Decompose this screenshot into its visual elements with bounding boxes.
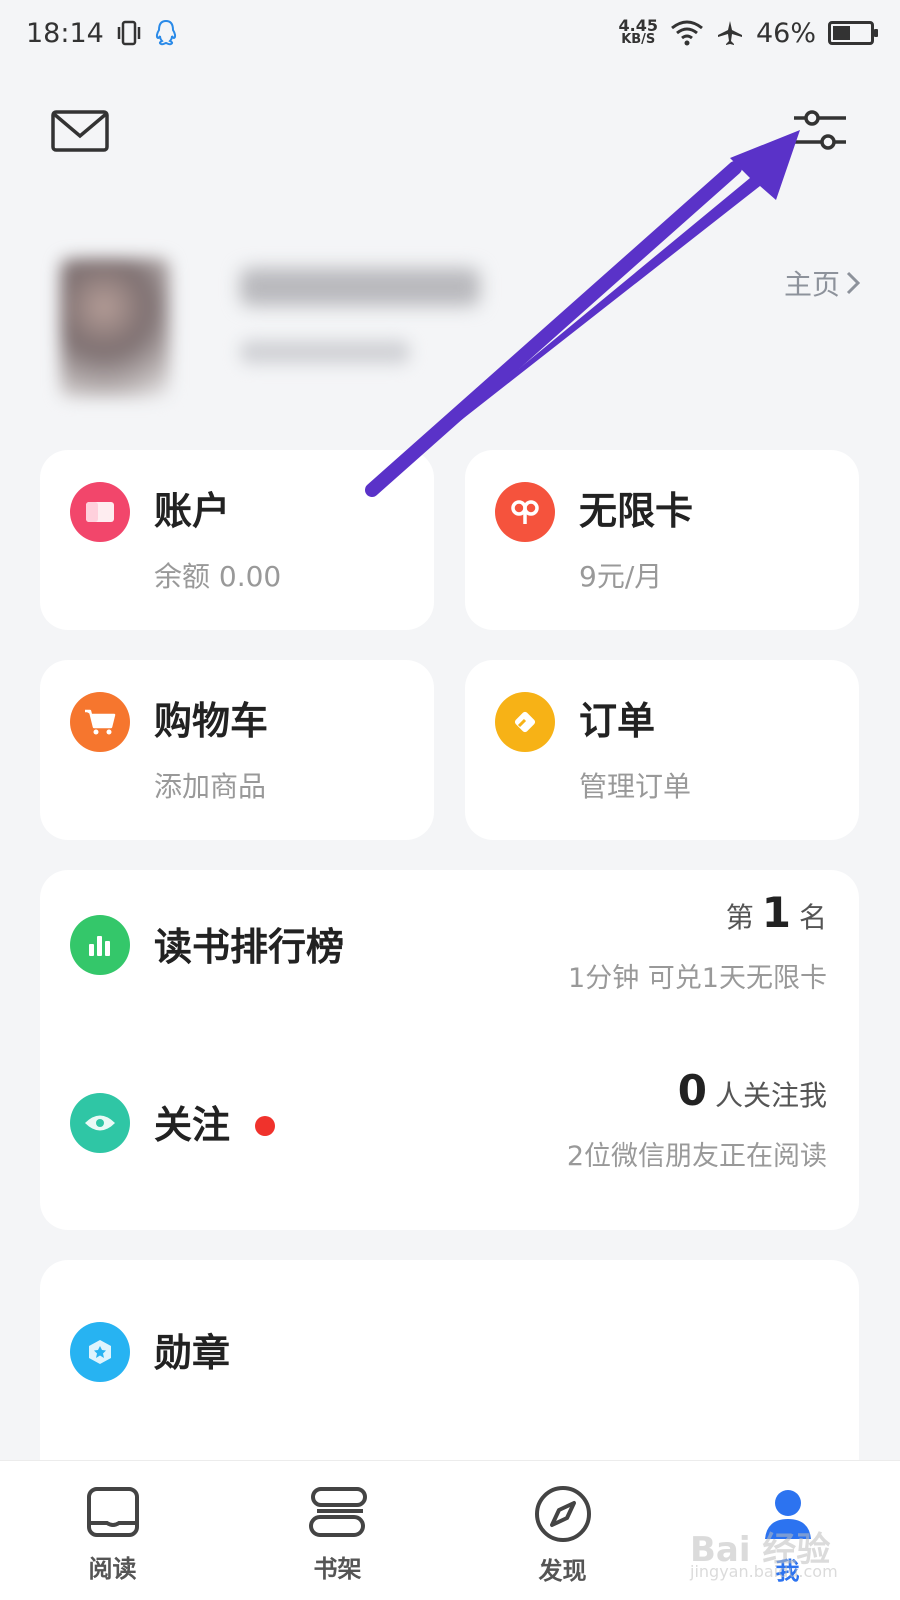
- medals-title: 勋章: [154, 1331, 231, 1375]
- unlimited-title: 无限卡: [579, 489, 694, 533]
- airplane-icon: [717, 21, 742, 45]
- reading-ranking-row[interactable]: 读书排行榜 第 1 名 1分钟 可兑1天无限卡: [40, 870, 859, 1020]
- ranking-title: 读书排行榜: [154, 925, 345, 969]
- homepage-link[interactable]: 主页: [784, 263, 860, 303]
- orders-title: 订单: [579, 699, 656, 743]
- top-bar: [0, 92, 900, 172]
- medal-icon: [70, 1322, 130, 1382]
- qq-icon: [155, 19, 176, 46]
- net-speed: 4.45 KB/S: [618, 16, 658, 47]
- bookshelf-icon: [308, 1487, 367, 1537]
- rank-display: 第 1 名: [725, 888, 827, 937]
- follower-count-display: 0 人关注我: [677, 1066, 827, 1115]
- ranking-follow-card: 读书排行榜 第 1 名 1分钟 可兑1天无限卡 关注 0 人关注我 2位微信朋友…: [40, 870, 859, 1230]
- follower-count: 0: [677, 1066, 707, 1115]
- baidu-watermark-url: jingyan.baidu.com: [690, 1562, 838, 1581]
- bar-chart-icon: [70, 915, 130, 975]
- avatar[interactable]: [60, 258, 170, 398]
- book-icon: [86, 1487, 139, 1537]
- account-balance: 余额 0.00: [154, 560, 282, 593]
- tab-discover[interactable]: 发现: [450, 1461, 675, 1600]
- profile-subtitle-blurred: [240, 340, 410, 364]
- follow-row[interactable]: 关注 0 人关注我 2位微信朋友正在阅读: [40, 1048, 859, 1198]
- sliders-icon[interactable]: [792, 106, 848, 156]
- order-icon: [495, 692, 555, 752]
- status-bar: 18:14 4.45 KB/S 46%: [0, 0, 900, 66]
- tab-read[interactable]: 阅读: [0, 1461, 225, 1600]
- unlimited-price: 9元/月: [579, 560, 663, 593]
- eye-icon: [70, 1093, 130, 1153]
- notification-dot: [255, 1116, 275, 1136]
- chevron-right-icon: [846, 271, 860, 295]
- battery-percent: 46%: [755, 17, 816, 49]
- status-time: 18:14: [26, 17, 104, 49]
- infinity-icon: [495, 482, 555, 542]
- compass-icon: [534, 1486, 591, 1542]
- follow-title: 关注: [154, 1103, 231, 1147]
- profile-section[interactable]: 主页: [60, 248, 860, 408]
- battery-icon: [828, 21, 878, 45]
- wallet-icon: [70, 482, 130, 542]
- account-card[interactable]: 账户 余额 0.00: [40, 450, 434, 630]
- cart-card[interactable]: 购物车 添加商品: [40, 660, 434, 840]
- cart-title: 购物车: [154, 699, 269, 743]
- account-title: 账户: [154, 489, 231, 533]
- username-blurred: [240, 268, 480, 306]
- orders-subtitle: 管理订单: [579, 770, 692, 803]
- cart-icon: [70, 692, 130, 752]
- tab-bookshelf[interactable]: 书架: [225, 1461, 450, 1600]
- wifi-icon: [671, 20, 703, 46]
- unlimited-card[interactable]: 无限卡 9元/月: [465, 450, 859, 630]
- ranking-subtitle: 1分钟 可兑1天无限卡: [568, 963, 827, 994]
- cart-subtitle: 添加商品: [154, 770, 267, 803]
- follow-subtitle: 2位微信朋友正在阅读: [566, 1141, 827, 1172]
- orders-card[interactable]: 订单 管理订单: [465, 660, 859, 840]
- rank-value: 1: [761, 888, 791, 937]
- vibrate-icon: [117, 20, 141, 46]
- mail-icon[interactable]: [50, 106, 110, 156]
